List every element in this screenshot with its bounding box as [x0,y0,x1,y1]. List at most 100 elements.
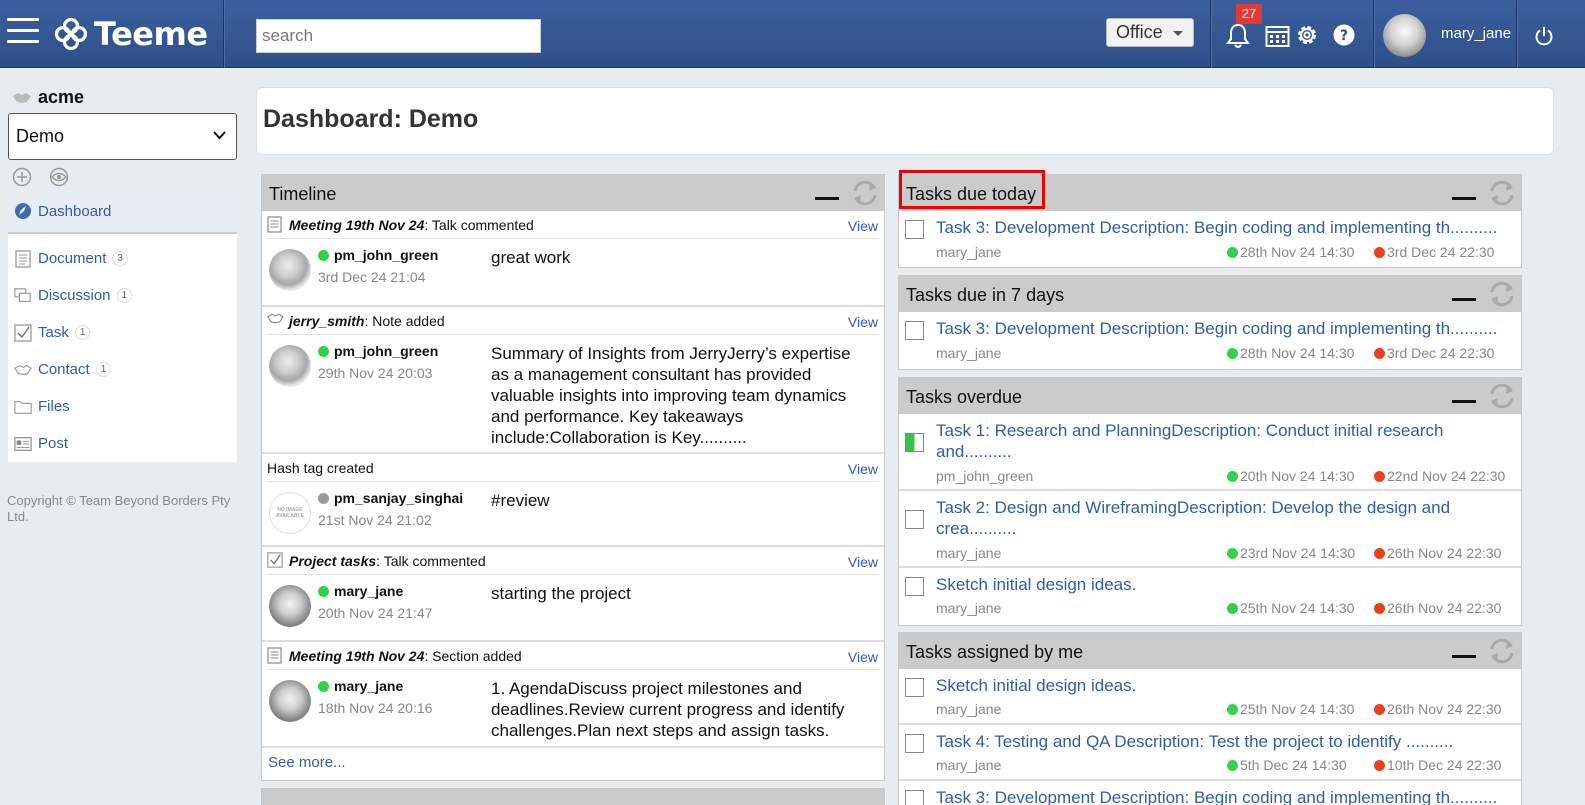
entry-user[interactable]: pm_john_green [318,343,438,359]
task-name-link[interactable]: Task 3: Development Description: Begin c… [936,217,1514,238]
task-progress-checkbox[interactable] [905,433,924,452]
user-avatar[interactable] [1383,14,1426,57]
panel-title: Tasks overdue [906,387,1023,407]
panel-header: Tasks overdue [899,378,1521,414]
help-button[interactable]: ? [1333,24,1355,51]
entry-user[interactable]: mary_jane [318,583,403,599]
due-date-icon [1374,602,1385,614]
sidebar-item-document[interactable]: Document 3 [8,240,237,277]
refresh-icon[interactable] [850,179,880,207]
task-name-link[interactable]: Task 3: Development Description: Begin c… [936,787,1514,805]
entry-header: Hash tag created [267,454,879,482]
task-name-link[interactable]: Task 2: Design and WireframingDescriptio… [936,497,1514,539]
task-user: mary_jane [936,600,1002,616]
entry-time: 20th Nov 24 21:47 [318,605,433,621]
contact-icon [14,361,32,379]
minimize-icon[interactable] [1452,400,1476,403]
minimize-icon[interactable] [1452,655,1476,658]
hamburger-menu-icon[interactable] [7,18,39,46]
task-start-date: 25th Nov 24 14:30 [1240,600,1355,616]
task-user: mary_jane [936,244,1002,260]
view-link[interactable]: View [848,554,878,570]
settings-button[interactable] [1294,22,1320,53]
search-input[interactable] [256,19,541,53]
view-link[interactable]: View [848,461,878,477]
sidebar-item-discussion[interactable]: Discussion 1 [8,277,237,314]
task-end-date: 26th Nov 24 22:30 [1387,545,1502,561]
user-avatar[interactable] [269,585,311,627]
entry-username: pm_john_green [334,343,439,359]
panel-header: Tasks assigned by me [899,633,1521,669]
task-name-link[interactable]: Sketch initial design ideas. [936,675,1514,696]
sidebar-item-post[interactable]: Post [8,425,237,462]
panel-header: Timeline [262,175,884,211]
entry-time: 18th Nov 24 20:16 [318,700,433,716]
refresh-icon[interactable] [1487,179,1517,207]
task-name-link[interactable]: Sketch initial design ideas. [936,574,1514,595]
workspace-select[interactable]: Office [1106,18,1194,47]
user-avatar[interactable] [269,680,311,722]
task-name-link[interactable]: Task 4: Testing and QA Description: Test… [936,731,1514,752]
task-end: 26th Nov 24 22:30 [1374,701,1501,717]
add-icon[interactable] [12,167,32,187]
user-avatar[interactable] [269,249,311,291]
see-more-link[interactable]: See more... [262,748,884,777]
sidebar-item-dashboard[interactable]: Dashboard [8,190,237,234]
divider [1373,0,1374,68]
task-user: mary_jane [936,545,1002,561]
task-start-date: 5th Dec 24 14:30 [1240,757,1347,773]
task-checkbox[interactable] [905,577,924,596]
task-checkbox[interactable] [905,510,924,529]
calendar-button[interactable] [1265,24,1290,53]
refresh-icon[interactable] [1487,280,1517,308]
task-row: Task 1: Research and PlanningDescription… [899,414,1521,491]
entry-source: Meeting 19th Nov 24 [289,647,425,664]
task-start: 23rd Nov 24 14:30 [1227,545,1355,561]
next-panel-header [261,788,885,805]
notifications-button[interactable] [1225,22,1251,55]
task-checkbox[interactable] [905,734,924,753]
minimize-icon[interactable] [1452,197,1476,200]
logo[interactable]: Teeme [54,14,208,54]
entry-user[interactable]: mary_jane [318,678,403,694]
sidebar-item-task[interactable]: Task 1 [8,314,237,351]
copyright-text: Copyright © Team Beyond Borders Pty Ltd. [7,493,231,524]
due-date-icon [1374,246,1385,258]
task-row: Task 4: Testing and QA Description: Test… [899,725,1521,781]
refresh-icon[interactable] [1487,382,1517,410]
dashboard-select[interactable]: Demo [8,113,237,160]
chevron-down-icon [213,131,226,140]
task-checkbox[interactable] [905,678,924,697]
sidebar-item-contact[interactable]: Contact 1 [8,351,237,388]
task-row: Sketch initial design ideas. mary_jane 2… [899,669,1521,725]
caret-down-icon [1173,31,1183,36]
eye-icon[interactable] [48,167,70,187]
panel-header: Tasks due in 7 days [899,276,1521,312]
entry-time: 3rd Dec 24 21:04 [318,269,426,285]
user-avatar[interactable]: NO IMAGE AVAILABLE [269,492,311,534]
organization-header: acme [12,87,84,108]
view-link[interactable]: View [848,314,878,330]
minimize-icon[interactable] [1452,298,1476,301]
task-name-link[interactable]: Task 1: Research and PlanningDescription… [936,420,1514,462]
task-end: 3rd Dec 24 22:30 [1374,244,1494,260]
refresh-icon[interactable] [1487,637,1517,665]
entry-user[interactable]: pm_sanjay_singhai [318,490,463,506]
timeline-entry: jerry_smith: Note added View pm_john_gre… [262,307,884,454]
task-name-link[interactable]: Task 3: Development Description: Begin c… [936,318,1514,339]
page-title-card: Dashboard: Demo [256,87,1554,155]
entry-user[interactable]: pm_john_green [318,247,438,263]
task-checkbox[interactable] [905,220,924,239]
view-link[interactable]: View [848,649,878,665]
view-link[interactable]: View [848,218,878,234]
user-avatar[interactable] [269,345,311,387]
username[interactable]: mary_jane [1441,25,1511,42]
sidebar-item-files[interactable]: Files [8,388,237,425]
task-end-date: 10th Dec 24 22:30 [1387,757,1502,773]
task-checkbox[interactable] [905,790,924,805]
task-checkbox[interactable] [905,321,924,340]
sidebar-item-label: Dashboard [38,202,112,220]
logout-button[interactable] [1534,26,1554,51]
minimize-icon[interactable] [815,197,839,200]
online-status-icon [318,585,329,597]
